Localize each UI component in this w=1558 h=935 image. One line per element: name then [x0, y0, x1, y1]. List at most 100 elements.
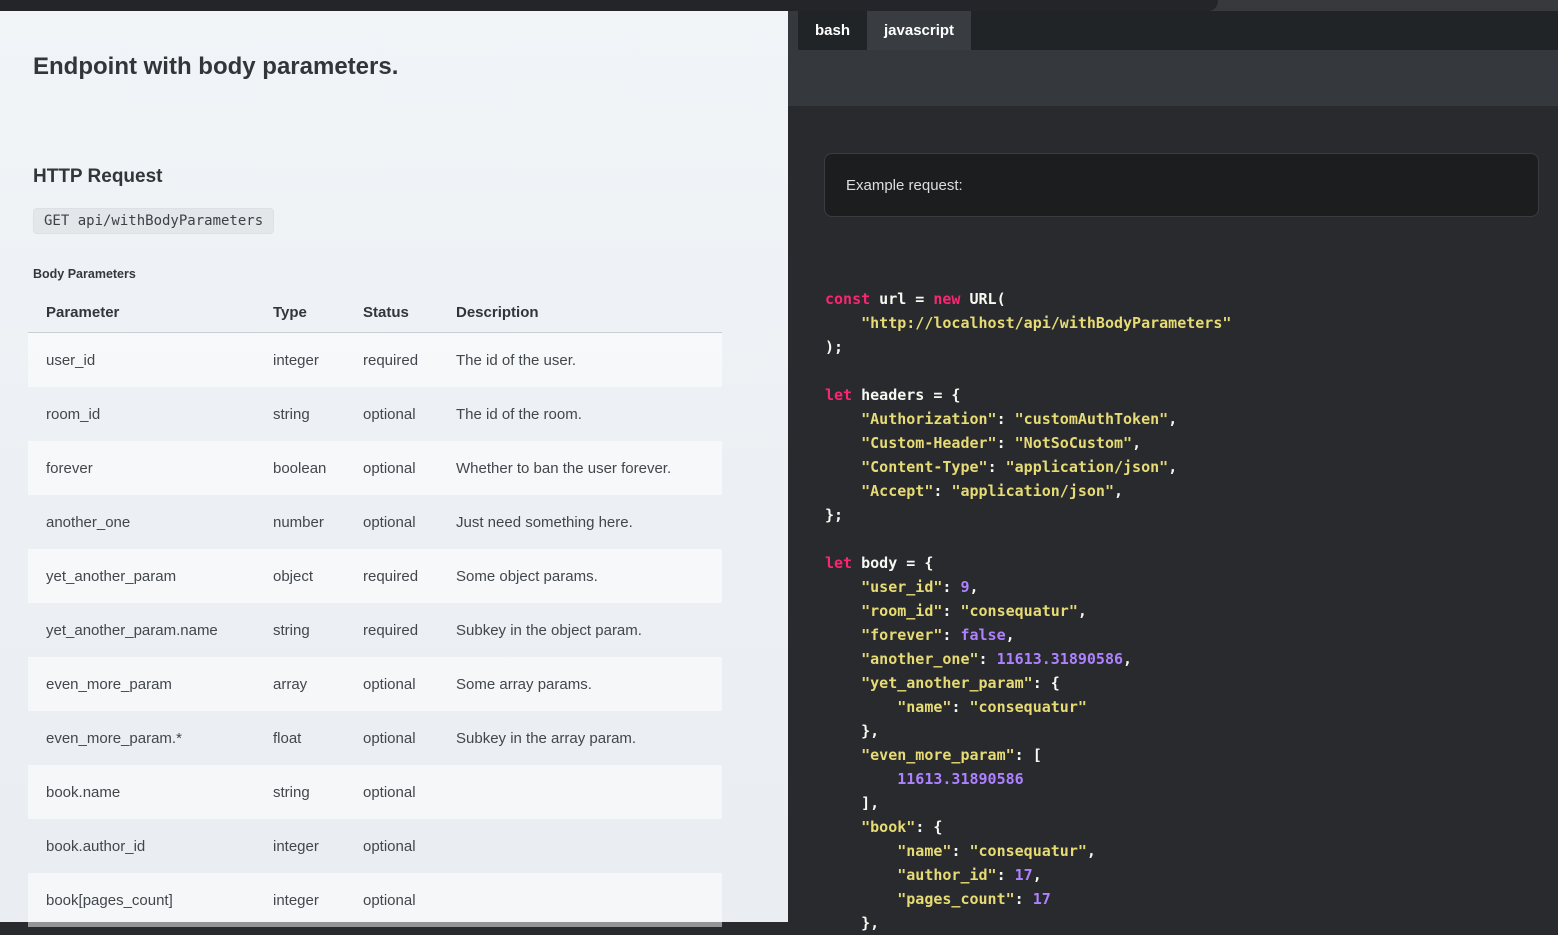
- cell-status: required: [345, 603, 438, 657]
- cell-description: [438, 765, 722, 819]
- code-token-pl: :: [942, 626, 960, 644]
- code-token-pl: [825, 650, 861, 668]
- code-token-pl: ,: [1033, 866, 1042, 884]
- code-token-str: "another_one": [861, 650, 978, 668]
- code-token-num: 17: [1015, 866, 1033, 884]
- cell-type: array: [255, 657, 345, 711]
- code-token-kw: let: [825, 386, 852, 404]
- code-token-pl: ,: [1168, 458, 1177, 476]
- column-header-parameter: Parameter: [28, 292, 255, 333]
- example-request-label: Example request:: [846, 177, 963, 194]
- code-token-pl: [825, 674, 861, 692]
- cell-status: required: [345, 333, 438, 388]
- code-token-pl: },: [825, 722, 879, 740]
- cell-parameter: yet_another_param: [28, 549, 255, 603]
- code-token-pl: :: [933, 482, 951, 500]
- cell-parameter: even_more_param: [28, 657, 255, 711]
- code-area: Example request: const url = new URL( "h…: [788, 106, 1558, 922]
- code-token-str: "http://localhost/api/withBodyParameters…: [861, 314, 1231, 332]
- code-token-pl: [825, 602, 861, 620]
- cell-type: boolean: [255, 441, 345, 495]
- code-token-pl: URL(: [960, 290, 1005, 308]
- cell-description: Just need something here.: [438, 495, 722, 549]
- code-token-pl: url =: [870, 290, 933, 308]
- cell-parameter: book[pages_count]: [28, 873, 255, 927]
- code-token-num: 9: [960, 578, 969, 596]
- code-token-str: "yet_another_param": [861, 674, 1033, 692]
- code-token-pl: body = {: [852, 554, 933, 572]
- top-strip: [0, 0, 1558, 11]
- code-token-pl: :: [951, 842, 969, 860]
- code-token-num: 17: [1033, 890, 1051, 908]
- table-row: yet_another_param.namestringrequiredSubk…: [28, 603, 722, 657]
- code-token-pl: :: [951, 698, 969, 716]
- tab-javascript[interactable]: javascript: [867, 11, 971, 50]
- cell-description: Subkey in the object param.: [438, 603, 722, 657]
- code-token-str: "Custom-Header": [861, 434, 996, 452]
- code-token-pl: [825, 698, 897, 716]
- code-token-pl: ,: [970, 578, 979, 596]
- code-token-num: 11613.31890586: [997, 650, 1123, 668]
- column-header-type: Type: [255, 292, 345, 333]
- code-token-str: "customAuthToken": [1015, 410, 1169, 428]
- code-token-pl: [825, 866, 897, 884]
- cell-description: [438, 873, 722, 927]
- table-header-row: Parameter Type Status Description: [28, 292, 722, 333]
- cell-description: Whether to ban the user forever.: [438, 441, 722, 495]
- cell-status: optional: [345, 765, 438, 819]
- table-row: another_onenumberoptionalJust need somet…: [28, 495, 722, 549]
- code-token-pl: [825, 818, 861, 836]
- cell-type: object: [255, 549, 345, 603]
- cell-type: float: [255, 711, 345, 765]
- code-token-str: "book": [861, 818, 915, 836]
- code-token-pl: :: [997, 410, 1015, 428]
- code-token-str: "Authorization": [861, 410, 996, 428]
- cell-parameter: book.author_id: [28, 819, 255, 873]
- code-token-pl: :: [942, 578, 960, 596]
- code-token-str: "consequatur": [970, 698, 1087, 716]
- code-token-pl: [825, 458, 861, 476]
- code-token-pl: [825, 770, 897, 788]
- page-title: Endpoint with body parameters.: [33, 53, 398, 81]
- column-header-description: Description: [438, 292, 722, 333]
- http-request-heading: HTTP Request: [33, 166, 163, 188]
- code-token-pl: );: [825, 338, 843, 356]
- code-token-pl: ,: [1087, 842, 1096, 860]
- code-token-str: "pages_count": [897, 890, 1014, 908]
- code-token-pl: ,: [1114, 482, 1123, 500]
- code-token-str: "forever": [861, 626, 942, 644]
- code-token-str: "application/json": [951, 482, 1114, 500]
- table-row: book.author_idintegeroptional: [28, 819, 722, 873]
- column-header-status: Status: [345, 292, 438, 333]
- example-request-box: Example request:: [824, 153, 1539, 217]
- code-token-str: "Accept": [861, 482, 933, 500]
- code-token-pl: ,: [1123, 650, 1132, 668]
- cell-parameter: book.name: [28, 765, 255, 819]
- table-row: yet_another_paramobjectrequiredSome obje…: [28, 549, 722, 603]
- code-token-pl: [825, 842, 897, 860]
- code-token-str: "user_id": [861, 578, 942, 596]
- table-row: book[pages_count]integeroptional: [28, 873, 722, 927]
- cell-status: required: [345, 549, 438, 603]
- cell-parameter: user_id: [28, 333, 255, 388]
- code-token-pl: :: [942, 602, 960, 620]
- code-token-pl: ],: [825, 794, 879, 812]
- cell-type: string: [255, 387, 345, 441]
- code-token-pl: : [: [1015, 746, 1042, 764]
- code-token-str: "NotSoCustom": [1015, 434, 1132, 452]
- cell-parameter: forever: [28, 441, 255, 495]
- code-token-pl: ,: [1078, 602, 1087, 620]
- cell-type: string: [255, 765, 345, 819]
- cell-status: optional: [345, 657, 438, 711]
- cell-type: integer: [255, 819, 345, 873]
- code-token-pl: : {: [1033, 674, 1060, 692]
- example-request-code: const url = new URL( "http://localhost/a…: [825, 287, 1231, 935]
- code-token-kw: new: [933, 290, 960, 308]
- code-token-str: "consequatur": [970, 842, 1087, 860]
- tab-bash[interactable]: bash: [798, 11, 867, 50]
- code-token-pl: [825, 314, 861, 332]
- cell-status: optional: [345, 387, 438, 441]
- cell-status: optional: [345, 711, 438, 765]
- code-token-str: "name": [897, 842, 951, 860]
- cell-description: [438, 819, 722, 873]
